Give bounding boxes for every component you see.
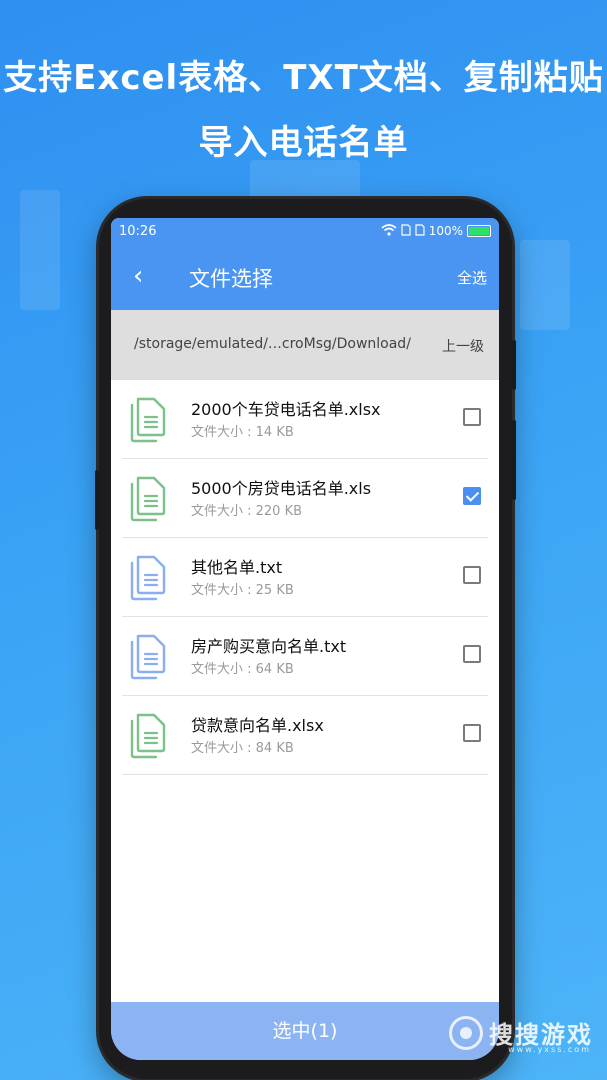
file-size: 文件大小 : 220 KB	[191, 504, 303, 519]
file-checkbox[interactable]	[463, 724, 481, 742]
file-name: 其他名单.txt	[191, 558, 283, 577]
status-time: 10:26	[119, 223, 157, 239]
file-checkbox[interactable]	[463, 566, 481, 584]
select-all-button[interactable]: 全选	[457, 267, 487, 288]
page-title: 文件选择	[189, 267, 273, 291]
file-list-item[interactable]: 5000个房贷电话名单.xls 文件大小 : 220 KB	[122, 459, 488, 538]
watermark-url: www.yxss.com	[508, 1045, 591, 1054]
status-bar: 10:26 100%	[111, 218, 499, 244]
wifi-icon	[381, 223, 397, 239]
battery-percent: 100%	[428, 224, 463, 238]
promo-headline-line1: 支持Excel表格、TXT文档、复制粘贴	[3, 58, 604, 98]
background-decoration	[520, 240, 570, 330]
file-name: 5000个房贷电话名单.xls	[191, 479, 372, 498]
back-arrow-icon[interactable]: ‹	[133, 262, 143, 290]
current-path: /storage/emulated/…croMsg/Download/	[134, 336, 411, 352]
promo-headline-line2: 导入电话名单	[198, 123, 409, 163]
file-checkbox[interactable]	[463, 487, 481, 505]
file-checkbox[interactable]	[463, 645, 481, 663]
document-icon	[128, 634, 168, 680]
file-size: 文件大小 : 84 KB	[191, 741, 294, 756]
file-list-item[interactable]: 贷款意向名单.xlsx 文件大小 : 84 KB	[122, 696, 488, 775]
file-name: 房产购买意向名单.txt	[191, 637, 347, 656]
phone-screen: 10:26 100% ‹ 文件选择 全选 /storage/emulated/……	[111, 218, 499, 1060]
app-bar: ‹ 文件选择 全选	[111, 244, 499, 310]
path-bar: /storage/emulated/…croMsg/Download/ 上一级	[111, 310, 499, 380]
background-decoration	[20, 190, 60, 310]
file-list-item[interactable]: 其他名单.txt 文件大小 : 25 KB	[122, 538, 488, 617]
file-list-item[interactable]: 2000个车贷电话名单.xlsx 文件大小 : 14 KB	[122, 380, 488, 459]
up-level-button[interactable]: 上一级	[442, 336, 484, 356]
document-icon	[128, 555, 168, 601]
phone-side-button	[95, 470, 99, 530]
watermark-logo-icon	[449, 1015, 483, 1050]
sim-card-icon	[415, 223, 425, 239]
file-list: 2000个车贷电话名单.xlsx 文件大小 : 14 KB 5000个房贷电话名单.…	[111, 380, 499, 775]
document-icon	[128, 476, 168, 522]
document-icon	[128, 397, 168, 443]
confirm-selection-button[interactable]: 选中(1)	[111, 1002, 499, 1060]
file-name: 贷款意向名单.xlsx	[191, 716, 324, 735]
phone-side-button	[512, 340, 516, 390]
background-decoration	[250, 160, 360, 200]
status-indicators: 100%	[381, 223, 491, 239]
watermark: 搜搜游戏 www.yxss.com	[449, 1015, 593, 1054]
sim-card-icon	[401, 223, 411, 239]
file-size: 文件大小 : 64 KB	[191, 662, 294, 677]
file-name: 2000个车贷电话名单.xlsx	[191, 400, 381, 419]
battery-icon	[467, 225, 491, 237]
file-size: 文件大小 : 14 KB	[191, 425, 294, 440]
file-size: 文件大小 : 25 KB	[191, 583, 294, 598]
file-checkbox[interactable]	[463, 408, 481, 426]
phone-side-button	[512, 420, 516, 500]
file-list-item[interactable]: 房产购买意向名单.txt 文件大小 : 64 KB	[122, 617, 488, 696]
document-icon	[128, 713, 168, 759]
